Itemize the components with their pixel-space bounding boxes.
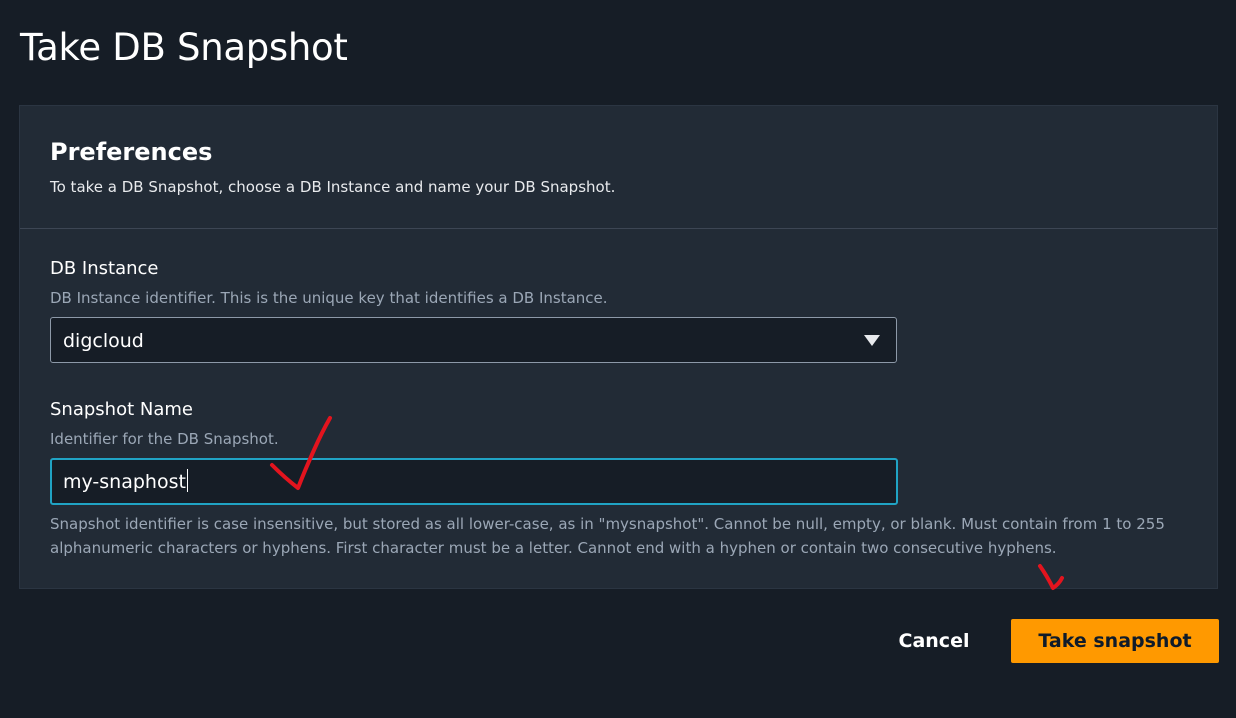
snapshot-name-description: Identifier for the DB Snapshot. [50, 430, 279, 448]
cancel-button[interactable]: Cancel [884, 619, 984, 663]
db-instance-description: DB Instance identifier. This is the uniq… [50, 289, 608, 307]
preferences-panel: Preferences To take a DB Snapshot, choos… [19, 105, 1218, 589]
preferences-title: Preferences [50, 138, 213, 166]
db-instance-label: DB Instance [50, 258, 159, 279]
db-instance-select[interactable]: digcloud [50, 317, 897, 363]
page-title: Take DB Snapshot [20, 26, 348, 69]
take-db-snapshot-page: Take DB Snapshot Preferences To take a D… [0, 0, 1236, 718]
snapshot-name-label: Snapshot Name [50, 399, 193, 420]
snapshot-name-input[interactable] [50, 458, 898, 505]
db-instance-selected-value: digcloud [63, 330, 144, 352]
snapshot-name-constraint: Snapshot identifier is case insensitive,… [50, 515, 1165, 557]
caret-down-icon [864, 335, 880, 346]
preferences-header: Preferences To take a DB Snapshot, choos… [20, 106, 1217, 229]
preferences-description: To take a DB Snapshot, choose a DB Insta… [50, 178, 616, 196]
take-snapshot-button[interactable]: Take snapshot [1011, 619, 1219, 663]
